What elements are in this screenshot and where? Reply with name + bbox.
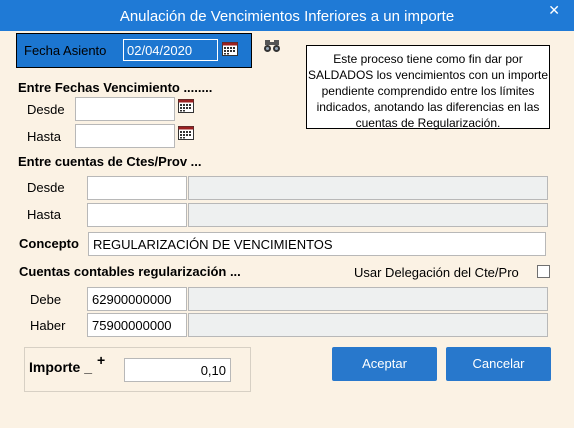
- fecha-hasta-label: Hasta: [27, 129, 61, 144]
- fecha-desde-input[interactable]: [75, 97, 175, 121]
- fecha-hasta-input[interactable]: [75, 124, 175, 148]
- importe-input[interactable]: [124, 358, 231, 382]
- binoculars-icon[interactable]: [263, 39, 281, 53]
- importe-plusminus: +: [97, 352, 106, 368]
- window-title: Anulación de Vencimientos Inferiores a u…: [119, 8, 455, 25]
- cuenta-desde-code-input[interactable]: [87, 176, 187, 200]
- cuenta-hasta-label: Hasta: [27, 207, 61, 222]
- dialog-window: Anulación de Vencimientos Inferiores a u…: [0, 0, 574, 428]
- regularizacion-section-label: Cuentas contables regularización ...: [19, 264, 241, 279]
- delegacion-checkbox[interactable]: [537, 265, 550, 278]
- fecha-desde-label: Desde: [27, 102, 65, 117]
- calendar-icon[interactable]: [178, 98, 194, 113]
- cuenta-hasta-code-input[interactable]: [87, 203, 187, 227]
- aceptar-button[interactable]: Aceptar: [332, 347, 437, 381]
- cancelar-button[interactable]: Cancelar: [446, 347, 551, 381]
- delegacion-label: Usar Delegación del Cte/Pro: [354, 265, 519, 280]
- concepto-input[interactable]: [88, 232, 546, 256]
- close-icon[interactable]: ✕: [548, 3, 560, 17]
- haber-code-input[interactable]: [87, 313, 187, 337]
- cuenta-desde-label: Desde: [27, 180, 65, 195]
- cuenta-hasta-name-field: [188, 203, 548, 227]
- calendar-icon[interactable]: [222, 41, 238, 56]
- debe-label: Debe: [30, 292, 62, 307]
- info-box: Este proceso tiene como fin dar por SALD…: [306, 45, 550, 130]
- calendar-icon[interactable]: [178, 125, 194, 140]
- cuenta-desde-name-field: [188, 176, 548, 200]
- fechas-section-label: Entre Fechas Vencimiento ........: [18, 80, 213, 95]
- importe-group: Importe _ +: [24, 347, 251, 392]
- fecha-asiento-group: Fecha Asiento: [16, 33, 252, 68]
- cuentas-section-label: Entre cuentas de Ctes/Prov ...: [18, 154, 202, 169]
- title-bar: Anulación de Vencimientos Inferiores a u…: [0, 0, 574, 31]
- haber-label: Haber: [30, 318, 66, 333]
- fecha-asiento-input[interactable]: [123, 39, 218, 61]
- fecha-asiento-label: Fecha Asiento: [24, 43, 107, 58]
- debe-code-input[interactable]: [87, 287, 187, 311]
- importe-label: Importe _: [29, 359, 93, 375]
- haber-name-field: [188, 313, 548, 337]
- concepto-label: Concepto: [19, 236, 79, 251]
- debe-name-field: [188, 287, 548, 311]
